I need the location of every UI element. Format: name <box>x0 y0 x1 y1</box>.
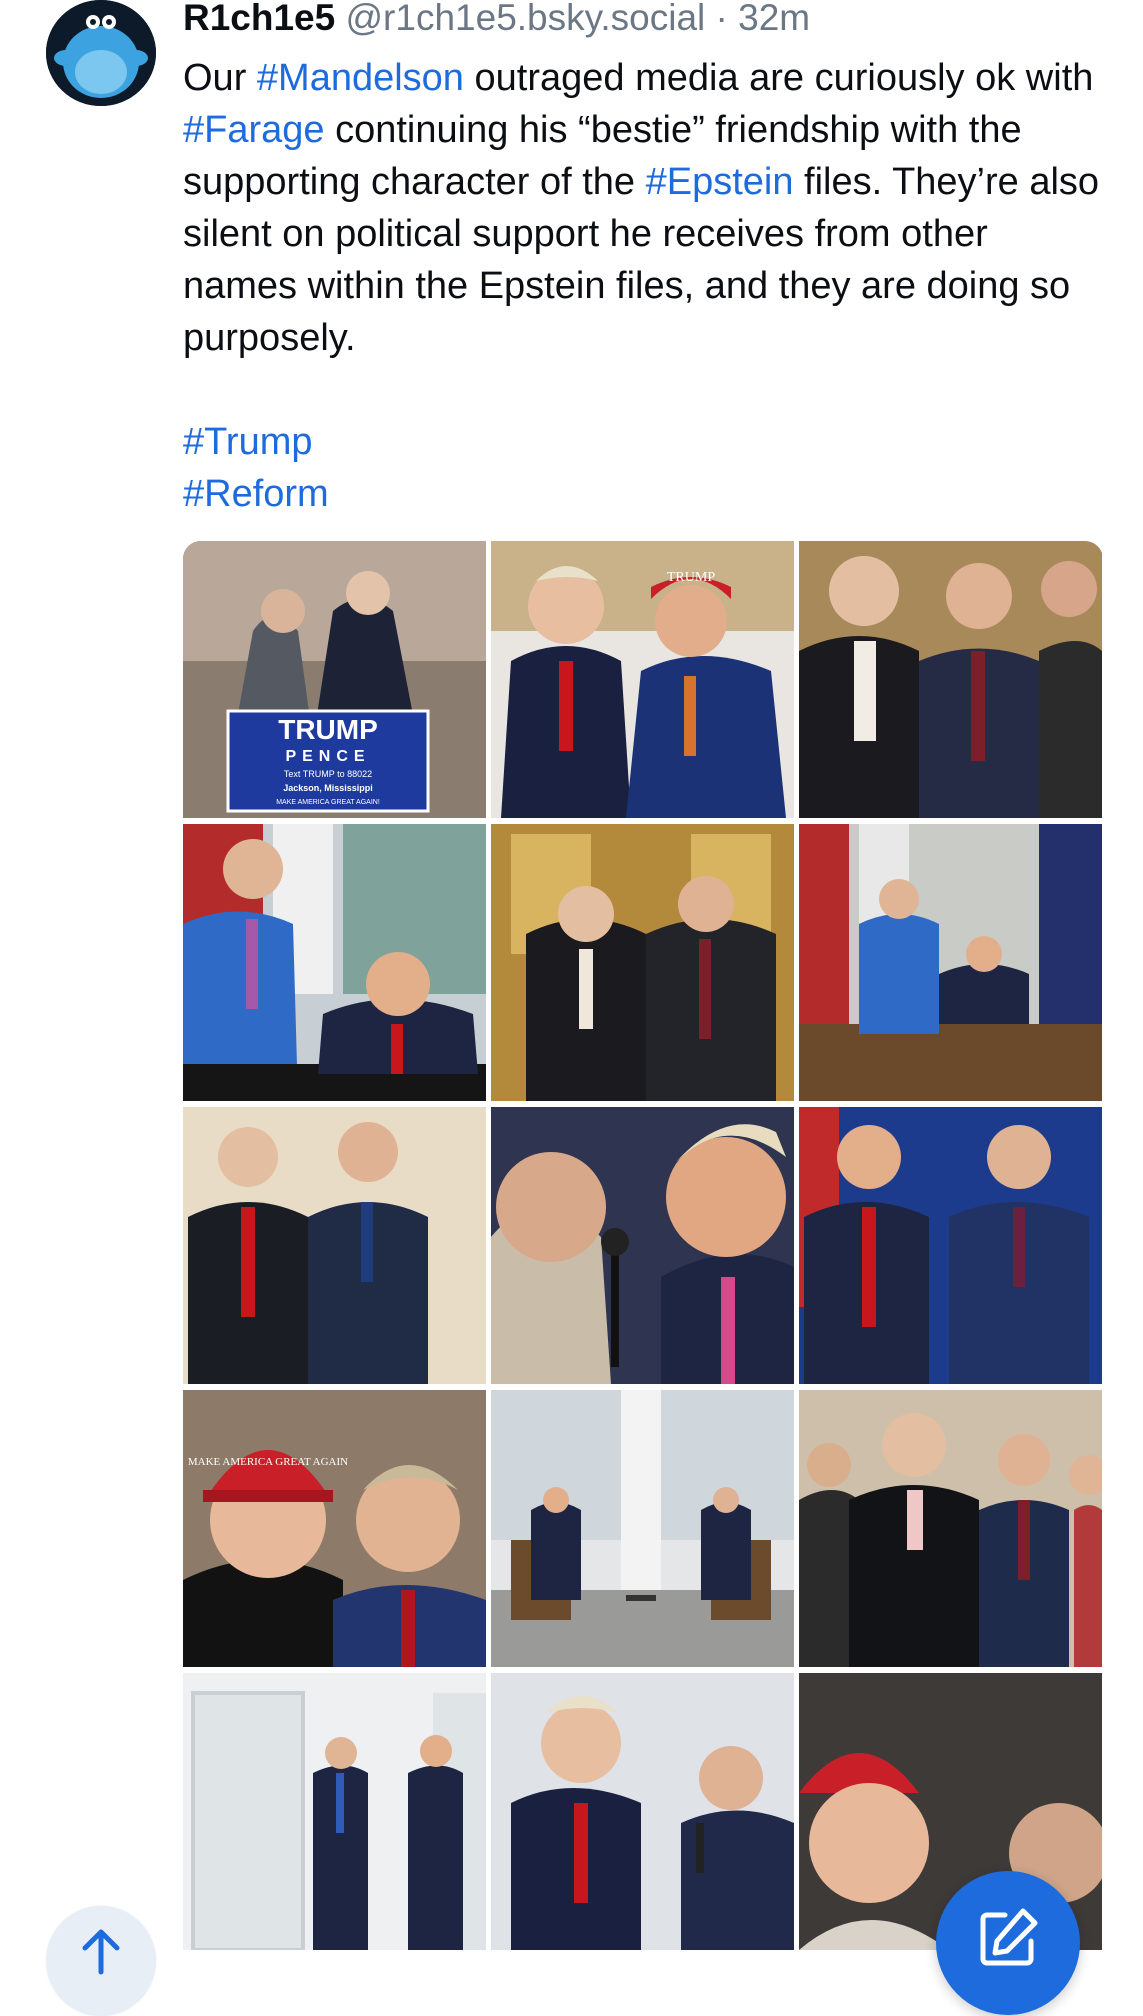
group-photo-2 <box>799 1390 1102 1667</box>
image-thumb[interactable] <box>491 1673 794 1950</box>
hashtag-reform[interactable]: #Reform <box>183 468 1103 520</box>
hashtag-epstein[interactable]: #Epstein <box>646 161 794 203</box>
hat-text-2: MAKE AMERICA GREAT AGAIN <box>188 1456 348 1468</box>
hashtag-farage[interactable]: #Farage <box>183 109 325 151</box>
text-segment: outraged media are curiously ok with <box>463 57 1094 99</box>
closeup-photo <box>491 1107 794 1384</box>
sign-line4: Jackson, Mississippi <box>283 783 373 793</box>
compose-icon <box>980 1908 1038 1966</box>
image-thumb[interactable] <box>799 541 1102 818</box>
hashtag-trump[interactable]: #Trump <box>183 416 1103 468</box>
post-time[interactable]: 32m <box>738 0 810 38</box>
gold-room-photo <box>491 824 794 1101</box>
image-thumb[interactable] <box>799 1390 1102 1667</box>
compose-button[interactable] <box>936 1871 1080 2015</box>
oval-office-wide-photo <box>799 824 1102 1101</box>
author-display-name[interactable]: R1ch1e5 <box>183 0 335 38</box>
image-thumb[interactable] <box>799 824 1102 1101</box>
flags-photo <box>799 1107 1102 1384</box>
time-separator: · <box>715 0 728 38</box>
doorway-photo <box>183 1673 486 1950</box>
image-thumb[interactable] <box>491 1390 794 1667</box>
interview-photo <box>491 1390 794 1667</box>
image-thumb[interactable]: TRUMP PENCE Text TRUMP to 88022 Jackson,… <box>183 541 486 818</box>
post-body: Our #Mandelson outraged media are curiou… <box>183 52 1103 520</box>
image-thumb[interactable]: MAKE AMERICA GREAT AGAIN <box>183 1390 486 1667</box>
oval-office-photo <box>183 824 486 1101</box>
author-handle[interactable]: @r1ch1e5.bsky.social <box>346 0 706 38</box>
post-paragraph: Our #Mandelson outraged media are curiou… <box>183 52 1103 364</box>
sign-line1: TRUMP <box>278 714 378 745</box>
sign-line5: MAKE AMERICA GREAT AGAIN! <box>276 799 380 806</box>
image-thumb[interactable] <box>799 1107 1102 1384</box>
avatar[interactable] <box>46 0 156 106</box>
post-header: R1ch1e5 @r1ch1e5.bsky.social · 32m <box>183 0 810 36</box>
rally-photo: TRUMP PENCE Text TRUMP to 88022 Jackson,… <box>183 541 486 818</box>
outdoor-photo <box>491 1673 794 1950</box>
sign-line3: Text TRUMP to 88022 <box>284 769 372 779</box>
arrow-up-icon <box>82 1929 120 1975</box>
image-thumb[interactable] <box>491 824 794 1101</box>
portrait-photo: TRUMP <box>491 541 794 818</box>
maga-hat-photo: MAKE AMERICA GREAT AGAIN <box>183 1390 486 1667</box>
hashtag-block: #Trump #Reform <box>183 416 1103 520</box>
image-grid: TRUMP PENCE Text TRUMP to 88022 Jackson,… <box>183 541 1103 2000</box>
hallway-photo <box>183 1107 486 1384</box>
image-thumb[interactable]: TRUMP <box>491 541 794 818</box>
image-thumb[interactable] <box>183 1107 486 1384</box>
blue-creature-avatar-icon <box>46 0 156 106</box>
hashtag-mandelson[interactable]: #Mandelson <box>257 57 464 99</box>
image-thumb[interactable] <box>491 1107 794 1384</box>
text-segment: Our <box>183 57 257 99</box>
image-thumb[interactable] <box>183 1673 486 1950</box>
group-photo <box>799 541 1102 818</box>
sign-line2: PENCE <box>285 748 370 765</box>
image-thumb[interactable] <box>183 824 486 1101</box>
hat-text-1: TRUMP <box>667 570 715 585</box>
